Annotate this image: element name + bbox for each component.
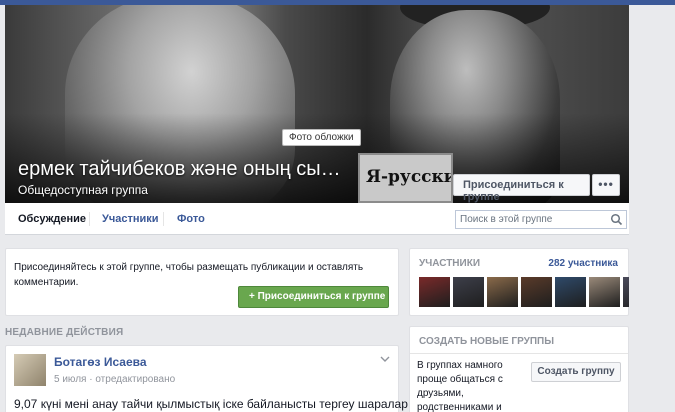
member-thumbnail[interactable] (521, 277, 552, 307)
tab-divider (89, 212, 90, 226)
post-text: 9,07 күні мені анау тайчи қылмыстық іске… (14, 397, 408, 411)
post-card: Ботагөз Исаева 5 июля · отредактировано … (5, 345, 408, 412)
recent-activity-label: НЕДАВНИЕ ДЕЙСТВИЯ (5, 327, 124, 338)
divider (410, 353, 628, 354)
member-thumbnail[interactable] (487, 277, 518, 307)
members-label: УЧАСТНИКИ (419, 258, 481, 269)
group-nav: Обсуждение Участники Фото (5, 203, 629, 235)
tab-discussion[interactable]: Обсуждение (18, 213, 86, 225)
post-meta: 5 июля · отредактировано (54, 374, 176, 385)
member-thumbnails (419, 277, 654, 307)
page-margin (629, 5, 675, 412)
avatar[interactable] (14, 354, 46, 386)
members-count[interactable]: 282 участника (548, 258, 618, 269)
group-search-input[interactable] (456, 211, 606, 228)
join-group-button[interactable]: Присоединиться к группе (453, 174, 590, 203)
chevron-down-icon[interactable] (380, 354, 390, 364)
group-title[interactable]: ермек тайчибеков және оның сы… (18, 158, 341, 181)
post-author[interactable]: Ботагөз Исаева (54, 355, 147, 369)
group-privacy: Общедоступная группа (18, 183, 148, 197)
member-thumbnail[interactable] (589, 277, 620, 307)
create-group-button[interactable]: Создать группу (531, 362, 621, 382)
cover-photo-tooltip: Фото обложки (282, 129, 361, 146)
search-icon[interactable] (610, 213, 623, 226)
tab-members[interactable]: Участники (102, 213, 159, 225)
create-groups-desc: В группах намного проще общаться с друзь… (417, 360, 503, 412)
members-panel: УЧАСТНИКИ 282 участника (409, 248, 654, 316)
member-thumbnail[interactable] (453, 277, 484, 307)
more-options-button[interactable]: ••• (592, 174, 620, 196)
member-thumbnail[interactable] (555, 277, 586, 307)
tab-divider (163, 212, 164, 226)
cover-sign: Я-русский (358, 153, 453, 203)
member-thumbnail[interactable] (419, 277, 450, 307)
cover-photo[interactable]: Я-русский ермек тайчибеков және оның сы…… (5, 5, 629, 203)
create-groups-label: СОЗДАТЬ НОВЫЕ ГРУППЫ (419, 336, 554, 347)
tab-photos[interactable]: Фото (177, 213, 205, 225)
create-groups-panel: СОЗДАТЬ НОВЫЕ ГРУППЫ В группах намного п… (409, 326, 629, 412)
join-prompt-panel: Присоединяйтесь к этой группе, чтобы раз… (5, 248, 399, 316)
group-search[interactable] (455, 210, 627, 229)
join-group-green-button[interactable]: + Присоединиться к группе (238, 286, 389, 308)
